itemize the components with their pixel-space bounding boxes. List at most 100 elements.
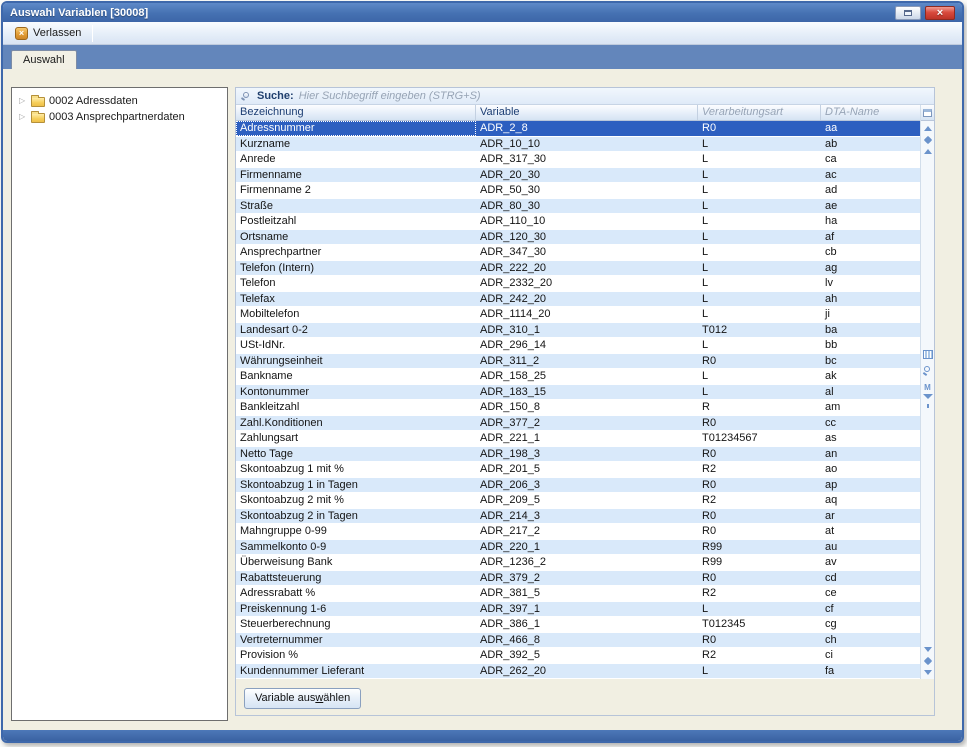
scroll-down-step-icon[interactable] (923, 657, 931, 665)
table-cell: R0 (698, 633, 821, 648)
table-row[interactable]: FirmennameADR_20_30Lac (236, 168, 920, 184)
table-row[interactable]: Mahngruppe 0-99ADR_217_2R0at (236, 524, 920, 540)
table-row[interactable]: AnredeADR_317_30Lca (236, 152, 920, 168)
column-chooser-button[interactable] (921, 105, 934, 121)
table-cell: L (698, 183, 821, 198)
expander-icon[interactable]: ▷ (19, 97, 27, 105)
table-cell: ha (821, 214, 920, 229)
table-row[interactable]: Zahl.KonditionenADR_377_2R0cc (236, 416, 920, 432)
table-cell: af (821, 230, 920, 245)
scroll-to-top-icon[interactable] (924, 126, 932, 131)
table-cell: ch (821, 633, 920, 648)
table-cell: R99 (698, 555, 821, 570)
grid: BezeichnungVariableVerarbeitungsartDTA-N… (236, 105, 920, 679)
tree-item[interactable]: ▷0002 Adressdaten (12, 93, 227, 109)
table-row[interactable]: BankleitzahlADR_150_8Ram (236, 400, 920, 416)
table-row[interactable]: SteuerberechnungADR_386_1T012345cg (236, 617, 920, 633)
verlassen-button[interactable]: × Verlassen (8, 25, 88, 42)
table-row[interactable]: Kundennummer LieferantADR_262_20Lfa (236, 664, 920, 680)
table-cell: ao (821, 462, 920, 477)
table-cell: fa (821, 664, 920, 679)
table-cell: Skontoabzug 1 in Tagen (236, 478, 476, 493)
table-row[interactable]: Skontoabzug 2 in TagenADR_214_3R0ar (236, 509, 920, 525)
table-row[interactable]: AnsprechpartnerADR_347_30Lcb (236, 245, 920, 261)
table-cell: ac (821, 168, 920, 183)
folder-icon (31, 113, 45, 123)
table-row[interactable]: MobiltelefonADR_1114_20Lji (236, 307, 920, 323)
titlebar[interactable]: Auswahl Variablen [30008] × (3, 3, 962, 22)
table-cell: av (821, 555, 920, 570)
table-row[interactable]: OrtsnameADR_120_30Laf (236, 230, 920, 246)
table-row[interactable]: Netto TageADR_198_3R0an (236, 447, 920, 463)
table-row[interactable]: StraßeADR_80_30Lae (236, 199, 920, 215)
table-cell: L (698, 152, 821, 167)
table-cell: ADR_317_30 (476, 152, 698, 167)
table-row[interactable]: Sammelkonto 0-9ADR_220_1R99au (236, 540, 920, 556)
table-row[interactable]: KontonummerADR_183_15Lal (236, 385, 920, 401)
table-cell: R2 (698, 648, 821, 663)
scroll-up-step-icon[interactable] (923, 136, 931, 144)
scroll-to-bottom-icon[interactable] (924, 670, 932, 675)
table-row[interactable]: Telefon (Intern)ADR_222_20Lag (236, 261, 920, 277)
table-cell: Zahl.Konditionen (236, 416, 476, 431)
table-cell: ae (821, 199, 920, 214)
bookmark-icon[interactable]: M (924, 384, 931, 392)
column-header-variable[interactable]: Variable (476, 105, 698, 120)
close-button[interactable]: × (925, 6, 955, 20)
table-row[interactable]: BanknameADR_158_25Lak (236, 369, 920, 385)
table-row[interactable]: Überweisung BankADR_1236_2R99av (236, 555, 920, 571)
columns-icon[interactable] (923, 350, 933, 359)
table-row[interactable]: KurznameADR_10_10Lab (236, 137, 920, 153)
variable-auswaehlen-button[interactable]: Variable auswählen (244, 688, 361, 709)
table-row[interactable]: TelefaxADR_242_20Lah (236, 292, 920, 308)
table-row[interactable]: Landesart 0-2ADR_310_1T012ba (236, 323, 920, 339)
column-chooser-icon (923, 109, 932, 117)
table-row[interactable]: ZahlungsartADR_221_1T01234567as (236, 431, 920, 447)
table-cell: L (698, 137, 821, 152)
toolbar: × Verlassen (3, 22, 962, 45)
restore-button[interactable] (895, 6, 921, 20)
scroll-down-icon[interactable] (924, 647, 932, 652)
table-row[interactable]: VertreternummerADR_466_8R0ch (236, 633, 920, 649)
table-row[interactable]: Skontoabzug 2 mit %ADR_209_5R2aq (236, 493, 920, 509)
table-row[interactable]: Provision %ADR_392_5R2ci (236, 648, 920, 664)
table-row[interactable]: Skontoabzug 1 mit %ADR_201_5R2ao (236, 462, 920, 478)
table-row[interactable]: AdressnummerADR_2_8R0aa (236, 121, 920, 137)
table-cell: R2 (698, 493, 821, 508)
table-row[interactable]: PostleitzahlADR_110_10Lha (236, 214, 920, 230)
table-cell: R0 (698, 447, 821, 462)
table-row[interactable]: USt-IdNr.ADR_296_14Lbb (236, 338, 920, 354)
table-row[interactable]: Firmenname 2ADR_50_30Lad (236, 183, 920, 199)
table-cell: Firmenname 2 (236, 183, 476, 198)
table-cell: Landesart 0-2 (236, 323, 476, 338)
scroll-up-icon[interactable] (924, 149, 932, 154)
filter-icon[interactable] (923, 399, 933, 409)
column-header-verarbeitungsart[interactable]: Verarbeitungsart (698, 105, 821, 120)
table-row[interactable]: RabattsteuerungADR_379_2R0cd (236, 571, 920, 587)
expander-icon[interactable]: ▷ (19, 113, 27, 121)
table-cell: ag (821, 261, 920, 276)
table-cell: cf (821, 602, 920, 617)
column-header-bezeichnung[interactable]: Bezeichnung (236, 105, 476, 120)
table-cell: L (698, 245, 821, 260)
tree-item[interactable]: ▷ 0003 Ansprechpartnerdaten (12, 109, 227, 125)
search-icon (241, 91, 252, 102)
table-cell: Überweisung Bank (236, 555, 476, 570)
table-cell: cc (821, 416, 920, 431)
table-cell: ADR_262_20 (476, 664, 698, 679)
table-cell: R2 (698, 586, 821, 601)
search-input[interactable] (299, 90, 934, 102)
table-row[interactable]: Skontoabzug 1 in TagenADR_206_3R0ap (236, 478, 920, 494)
tab-auswahl[interactable]: Auswahl (11, 50, 77, 69)
table-cell: ADR_311_2 (476, 354, 698, 369)
table-cell: L (698, 602, 821, 617)
table-row[interactable]: TelefonADR_2332_20Llv (236, 276, 920, 292)
table-row[interactable]: Adressrabatt %ADR_381_5R2ce (236, 586, 920, 602)
table-cell: Steuerberechnung (236, 617, 476, 632)
tree-item-label: 0003 Ansprechpartnerdaten (49, 111, 185, 123)
zoom-icon[interactable] (922, 366, 933, 377)
table-row[interactable]: WährungseinheitADR_311_2R0bc (236, 354, 920, 370)
table-row[interactable]: Preiskennung 1-6ADR_397_1Lcf (236, 602, 920, 618)
column-header-dta-name[interactable]: DTA-Name (821, 105, 920, 120)
table-cell: Sammelkonto 0-9 (236, 540, 476, 555)
